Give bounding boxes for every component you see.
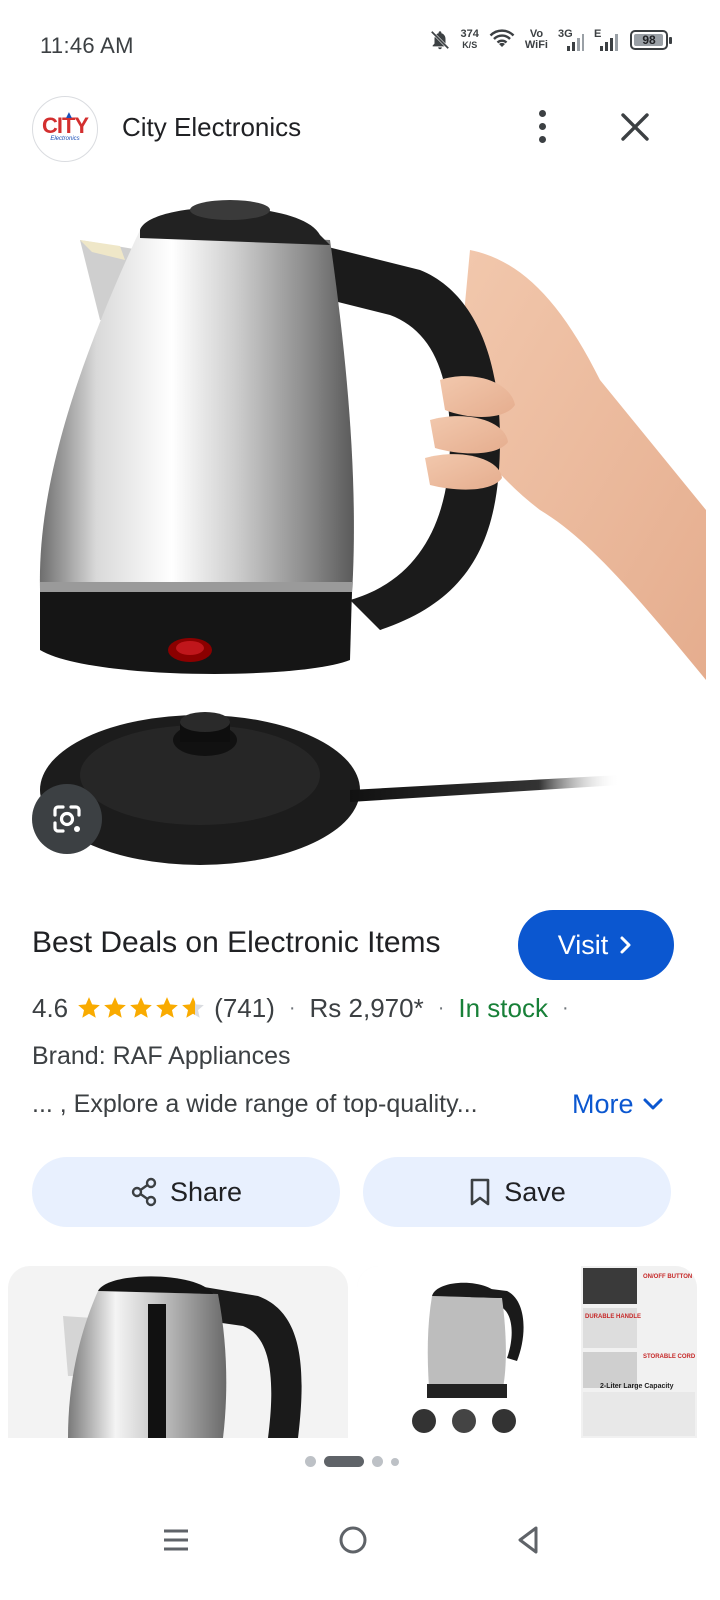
save-button[interactable]: Save <box>363 1157 671 1227</box>
home-icon <box>339 1526 367 1554</box>
star-icon <box>156 997 178 1018</box>
product-meta: 4.6 (741) · Rs 2,970* · In stock · <box>32 992 569 1024</box>
rating-stars <box>76 995 206 1021</box>
visit-button[interactable]: Visit <box>518 910 674 980</box>
signal-bars-icon <box>600 34 618 51</box>
wifi-icon <box>489 29 515 47</box>
recents-button[interactable] <box>146 1510 206 1570</box>
rating-value: 4.6 <box>32 992 69 1023</box>
system-nav-bar <box>0 1496 720 1600</box>
site-logo[interactable]: ▲ CITY Electronics <box>32 96 98 162</box>
pager-dot <box>305 1456 316 1467</box>
product-title[interactable]: Best Deals on Electronic Items <box>32 926 441 960</box>
battery-level: 98 <box>642 33 656 47</box>
description: ... , Explore a wide range of top-qualit… <box>32 1090 478 1118</box>
related-image-1[interactable] <box>8 1266 348 1438</box>
brand: Brand: RAF Appliances <box>32 1042 291 1070</box>
pager-dot <box>372 1456 383 1467</box>
more-button[interactable]: More <box>572 1086 664 1122</box>
product-image[interactable] <box>0 180 720 880</box>
related-image-2[interactable]: ON/OFF BUTTON DURABLE HANDLE STORABLE CO… <box>357 1266 697 1438</box>
battery-icon: 98 <box>630 30 672 50</box>
more-vert-icon[interactable] <box>522 104 562 148</box>
price: Rs 2,970* <box>309 992 424 1023</box>
share-button[interactable]: Share <box>32 1157 340 1227</box>
recents-icon <box>164 1529 188 1551</box>
visit-label: Visit <box>557 929 609 960</box>
kettle-illustration <box>39 200 706 865</box>
chevron-down-icon <box>643 1098 663 1110</box>
star-icon <box>182 997 204 1018</box>
pager-dot <box>391 1457 399 1466</box>
carousel-pager <box>0 1456 720 1467</box>
svg-text:STORABLE CORD: STORABLE CORD <box>643 1354 696 1360</box>
back-icon <box>518 1526 538 1554</box>
close-button[interactable] <box>612 104 658 150</box>
site-name[interactable]: City Electronics <box>122 112 301 143</box>
signal-3g: 3G <box>558 28 584 52</box>
svg-text:ON/OFF BUTTON: ON/OFF BUTTON <box>643 1274 692 1280</box>
share-label: Share <box>169 1176 243 1207</box>
network-speed: 374 K/S <box>460 28 479 51</box>
google-lens-button[interactable] <box>32 784 102 854</box>
bookmark-icon <box>470 1178 490 1206</box>
status-icons: 374 K/S Vo WiFi 3G E 98 <box>429 28 672 52</box>
vowifi-indicator: Vo WiFi <box>524 28 548 51</box>
home-button[interactable] <box>323 1510 383 1570</box>
close-icon <box>621 113 649 141</box>
svg-text:2-Liter Large Capacity: 2-Liter Large Capacity <box>600 1383 674 1390</box>
star-icon <box>130 997 152 1018</box>
star-icon <box>78 997 100 1018</box>
save-label: Save <box>504 1176 566 1207</box>
header: ▲ CITY Electronics City Electronics <box>0 92 720 172</box>
share-icon <box>131 1177 157 1207</box>
kettle-infographic: ON/OFF BUTTON DURABLE HANDLE STORABLE CO… <box>357 1266 697 1438</box>
chevron-right-icon <box>620 936 631 954</box>
more-label: More <box>572 1088 634 1119</box>
signal-e: E <box>594 28 620 52</box>
star-icon <box>104 997 126 1018</box>
signal-bars-icon <box>567 34 584 51</box>
svg-text:DURABLE HANDLE: DURABLE HANDLE <box>585 1314 641 1320</box>
back-button[interactable] <box>498 1510 558 1570</box>
review-count[interactable]: (741) <box>214 993 275 1024</box>
stock-status: In stock <box>458 992 548 1023</box>
status-time: 11:46 AM <box>40 33 134 58</box>
kettle-thumbnail <box>63 1276 302 1438</box>
notifications-off-icon <box>430 30 449 50</box>
status-bar: 11:46 AM 374 K/S Vo WiFi 3G E 98 <box>0 0 720 92</box>
google-lens-icon <box>53 805 81 833</box>
pager-dot <box>324 1456 364 1467</box>
star-icon: ▲ <box>63 110 74 121</box>
